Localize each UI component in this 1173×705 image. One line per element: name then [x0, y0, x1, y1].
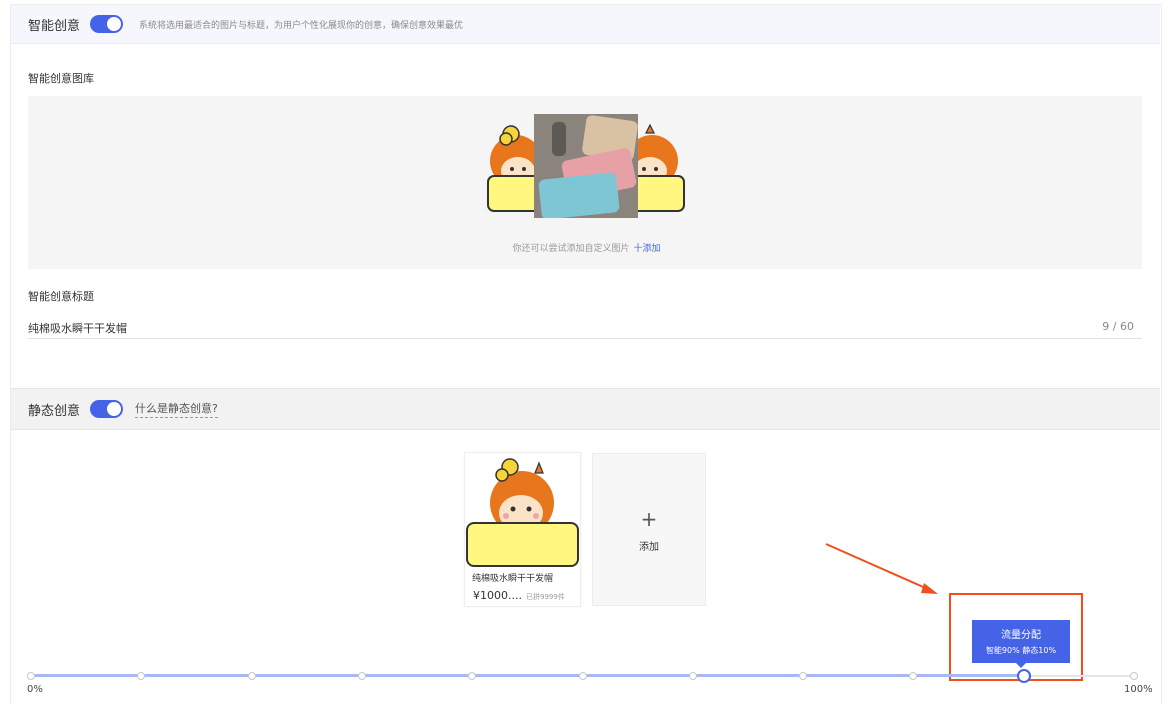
slider-step-dot[interactable]: [357, 672, 366, 680]
static-creative-title: 静态创意: [28, 403, 81, 419]
rug-photo-art: [534, 114, 638, 218]
gallery-label: 智能创意图库: [28, 72, 94, 85]
slider-handle[interactable]: [1016, 669, 1031, 683]
slider-step-dot[interactable]: [909, 672, 918, 680]
add-static-creative-button[interactable]: + 添加: [592, 453, 706, 606]
slider-step-dot[interactable]: [578, 672, 587, 680]
static-creative-header: 静态创意 什么是静态创意?: [11, 388, 1160, 430]
gallery-hint-text: 你还可以尝试添加自定义图片: [512, 244, 630, 254]
slider-step-dot[interactable]: [1130, 672, 1138, 680]
traffic-tooltip: 流量分配 智能90% 静态10%: [972, 620, 1070, 668]
slider-step-dot[interactable]: [688, 672, 697, 680]
smart-creative-header: 智能创意 系统将选用最适合的图片与标题，为用户个性化展现你的创意，确保创意效果最…: [11, 5, 1160, 44]
smart-creative-title: 智能创意: [28, 18, 81, 34]
slider-step-dot[interactable]: [137, 672, 146, 680]
tooltip-title: 流量分配: [1001, 630, 1041, 641]
traffic-slider[interactable]: [27, 669, 1138, 683]
card-sold-count: 已拼9999件: [526, 593, 565, 601]
toggle-knob: [107, 17, 122, 31]
slider-step-dot[interactable]: [247, 672, 256, 680]
title-value: 纯棉吸水瞬干干发帽: [28, 322, 127, 335]
rug-product-photo[interactable]: [534, 114, 638, 218]
smart-creative-hint: 系统将选用最适合的图片与标题，为用户个性化展现你的创意，确保创意效果最优: [139, 20, 464, 31]
gallery-hint-row: 你还可以尝试添加自定义图片 十添加: [0, 241, 1173, 254]
smart-title-input[interactable]: 纯棉吸水瞬干干发帽 9 / 60: [28, 318, 1142, 339]
slider-min-label: 0%: [27, 684, 43, 695]
slider-step-dot[interactable]: [27, 672, 35, 680]
card-product-name: 纯棉吸水瞬干干发帽: [472, 574, 554, 584]
tooltip-detail: 智能90% 静态10%: [985, 646, 1057, 655]
add-label: 添加: [639, 542, 659, 553]
title-char-count: 9 / 60: [1102, 320, 1134, 333]
card-image: [465, 453, 580, 568]
slider-step-dot[interactable]: [468, 672, 477, 680]
static-creative-help-link[interactable]: 什么是静态创意?: [135, 400, 218, 418]
slider-max-label: 100%: [1124, 684, 1153, 695]
plus-icon: +: [640, 507, 658, 531]
toggle-knob: [107, 402, 122, 416]
smart-creative-toggle[interactable]: [90, 15, 124, 33]
slider-step-dot[interactable]: [799, 672, 808, 680]
gallery-add-link[interactable]: 十添加: [634, 244, 661, 254]
slider-fill: [31, 674, 1024, 677]
title-label: 智能创意标题: [28, 290, 94, 303]
card-price: ¥1000....: [473, 589, 522, 602]
static-creative-card[interactable]: 纯棉吸水瞬干干发帽 ¥1000.... 已拼9999件: [464, 452, 581, 607]
mascot-icon: [466, 458, 579, 567]
tooltip-tail: [1016, 663, 1026, 668]
static-creative-toggle[interactable]: [90, 400, 124, 418]
